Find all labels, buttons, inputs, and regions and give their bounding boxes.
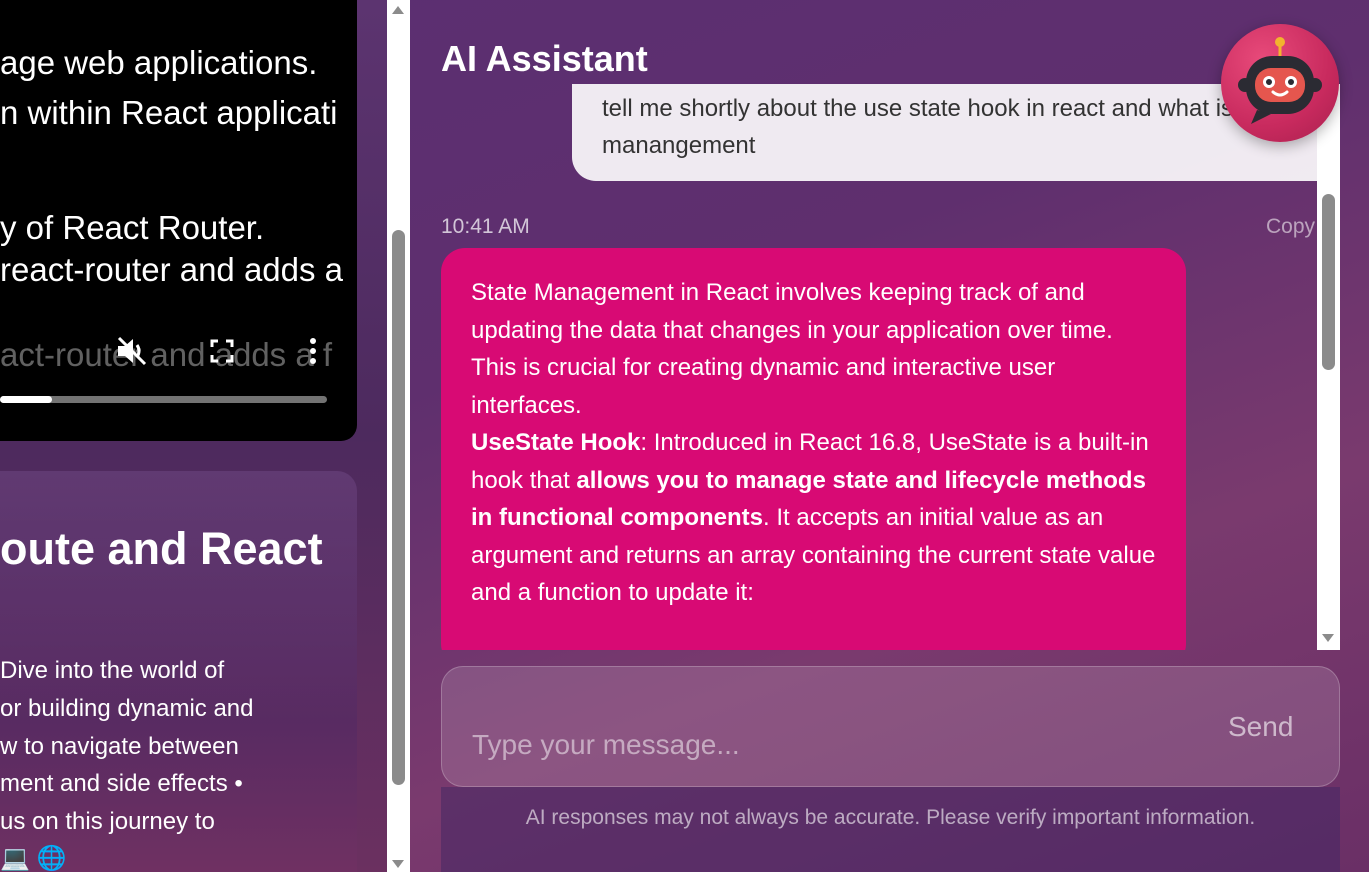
ai-message-paragraph: State Management in React involves keepi… [471, 279, 1113, 419]
scroll-up-arrow-icon[interactable] [392, 6, 404, 14]
course-description-line: Dive into the world of [0, 657, 225, 684]
mute-icon[interactable] [115, 335, 149, 371]
assistant-avatar[interactable] [1221, 24, 1339, 142]
copy-button[interactable]: Copy [1266, 215, 1315, 239]
laptop-icon: 💻 [0, 845, 30, 872]
message-list: tell me shortly about the use state hook… [441, 84, 1318, 650]
left-scrollbar[interactable] [387, 0, 410, 872]
course-panel: age web applications. n within React app… [0, 0, 387, 872]
course-title: oute and React [0, 523, 323, 574]
scrollbar-thumb[interactable] [392, 230, 405, 785]
video-caption-line: y of React Router. [0, 209, 265, 246]
chat-scrollbar[interactable] [1317, 84, 1340, 650]
video-caption-line: act-router and adds a f [0, 336, 333, 373]
course-description-line: ment and side effects • [0, 770, 243, 797]
chat-scrollbar-thumb[interactable] [1322, 194, 1335, 370]
send-button[interactable]: Send [1228, 711, 1293, 743]
video-caption-line: n within React applicati [0, 94, 338, 131]
scroll-down-arrow-icon[interactable] [392, 860, 404, 868]
chat-scroll-down-arrow-icon[interactable] [1322, 634, 1334, 642]
disclaimer-text: AI responses may not always be accurate.… [525, 806, 1256, 829]
course-card: oute and React Dive into the world of or… [0, 471, 357, 872]
video-progress-bar[interactable] [0, 396, 327, 403]
globe-icon: 🌐 [36, 845, 67, 872]
video-player[interactable]: age web applications. n within React app… [0, 0, 357, 441]
course-description-line: or building dynamic and [0, 695, 254, 722]
video-progress-fill [0, 396, 53, 403]
user-message-bubble: tell me shortly about the use state hook… [572, 84, 1318, 181]
course-emoji-line: 💻 🌐 [0, 844, 66, 872]
video-caption-line: age web applications. [0, 44, 318, 81]
video-caption-line: react-router and adds a [0, 251, 344, 288]
fullscreen-icon[interactable] [210, 339, 234, 367]
message-timestamp: 10:41 AM [441, 215, 530, 238]
chat-title: AI Assistant [441, 38, 648, 79]
robot-icon [1238, 37, 1322, 124]
course-description-line: w to navigate between [0, 733, 239, 760]
course-description-line: us on this journey to [0, 808, 215, 835]
message-composer: Send [441, 666, 1340, 787]
more-options-icon[interactable] [308, 337, 318, 369]
ai-message-bubble: State Management in React involves keepi… [441, 248, 1186, 650]
ai-message-bold: UseState Hook [471, 429, 641, 456]
message-input[interactable] [472, 725, 1172, 765]
